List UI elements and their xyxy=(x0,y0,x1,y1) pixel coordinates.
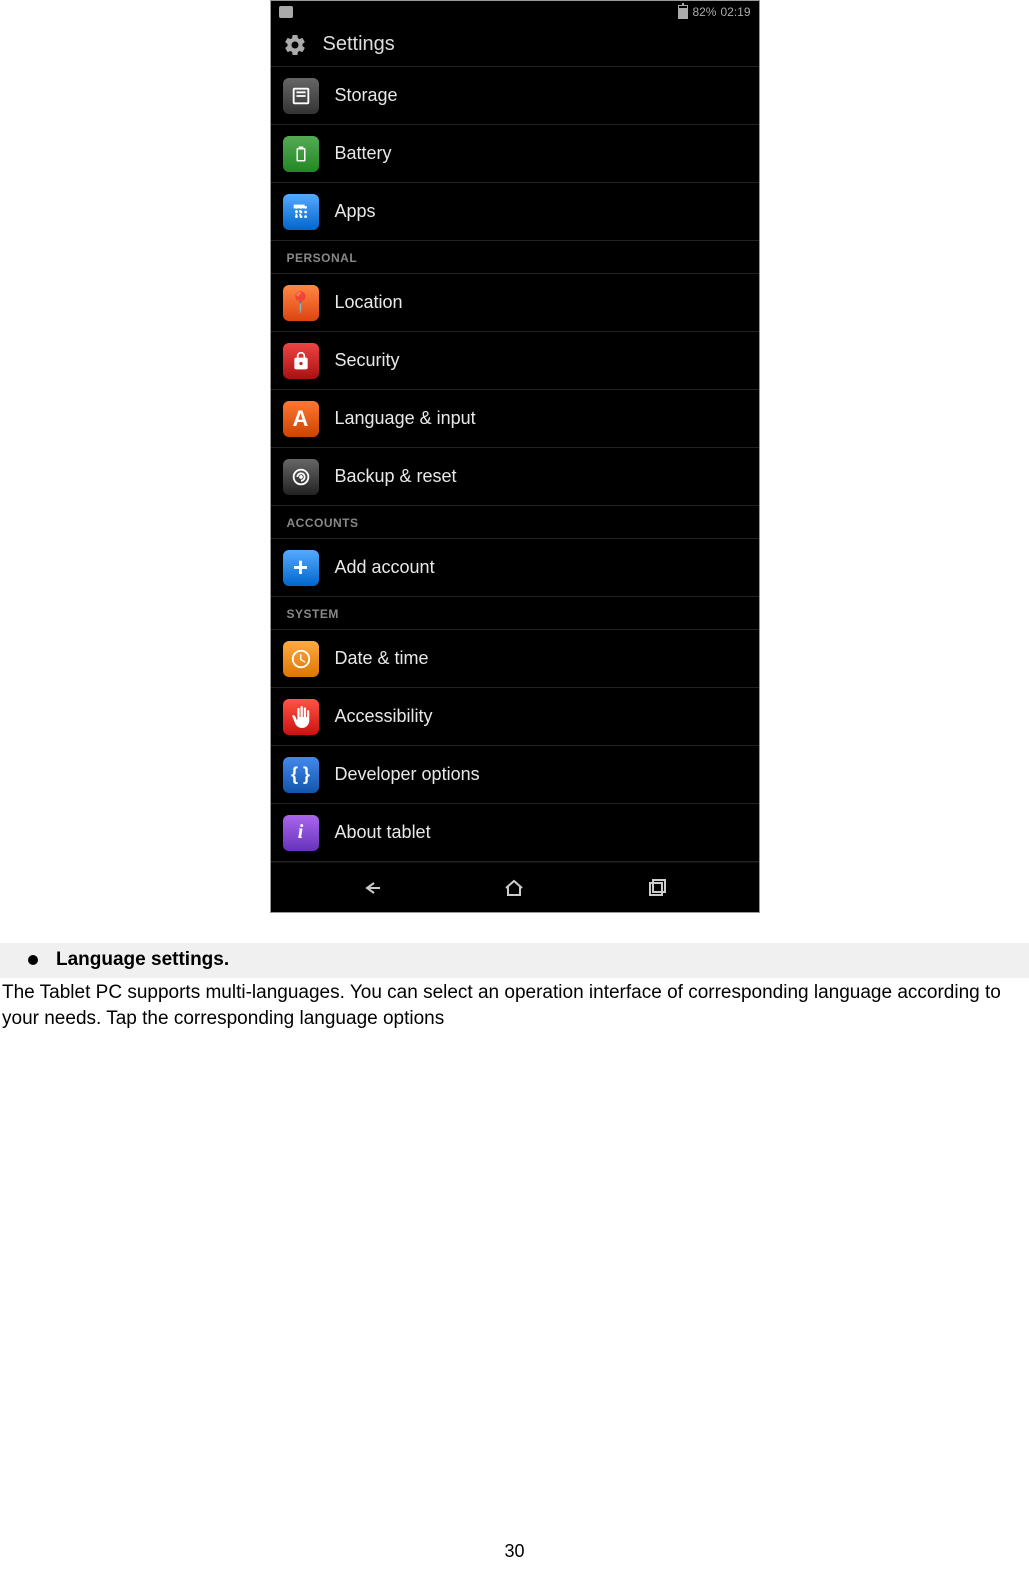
settings-item-label: Storage xyxy=(335,85,398,106)
settings-item-language[interactable]: A Language & input xyxy=(271,390,759,448)
document-text: Language settings. The Tablet PC support… xyxy=(0,943,1029,1033)
settings-item-apps[interactable]: Apps xyxy=(271,183,759,241)
section-header-system: SYSTEM xyxy=(271,597,759,630)
settings-item-backup[interactable]: Backup & reset xyxy=(271,448,759,506)
page-title: Settings xyxy=(323,33,395,56)
settings-item-label: Location xyxy=(335,292,403,313)
settings-item-label: Apps xyxy=(335,201,376,222)
hand-icon xyxy=(283,699,319,735)
status-bar: 82% 02:19 xyxy=(271,1,759,23)
language-icon: A xyxy=(283,401,319,437)
settings-item-label: Developer options xyxy=(335,764,480,785)
settings-item-date-time[interactable]: Date & time xyxy=(271,630,759,688)
settings-item-add-account[interactable]: + Add account xyxy=(271,539,759,597)
settings-item-label: Backup & reset xyxy=(335,466,457,487)
clock-icon xyxy=(283,641,319,677)
settings-item-storage[interactable]: Storage xyxy=(271,67,759,125)
message-icon xyxy=(279,6,293,18)
page-number: 30 xyxy=(504,1541,524,1562)
developer-icon: { } xyxy=(283,757,319,793)
settings-item-label: Security xyxy=(335,350,400,371)
settings-item-label: Battery xyxy=(335,143,392,164)
back-button[interactable] xyxy=(347,870,397,906)
gear-icon xyxy=(281,31,309,59)
recent-apps-button[interactable] xyxy=(632,870,682,906)
android-settings-screenshot: 82% 02:19 Settings Storage xyxy=(270,0,760,913)
settings-list: Storage Battery Apps PERSONAL 📍 Locat xyxy=(271,67,759,862)
settings-item-label: Add account xyxy=(335,557,435,578)
battery-icon xyxy=(678,5,688,19)
bullet-icon xyxy=(28,955,38,965)
battery-percent: 82% xyxy=(692,5,716,19)
apps-icon xyxy=(283,194,319,230)
settings-item-about[interactable]: i About tablet xyxy=(271,804,759,862)
heading-text: Language settings. xyxy=(56,947,229,974)
info-icon: i xyxy=(283,815,319,851)
settings-item-label: Date & time xyxy=(335,648,429,669)
settings-item-label: Accessibility xyxy=(335,706,433,727)
app-header: Settings xyxy=(271,23,759,67)
body-paragraph: The Tablet PC supports multi-languages. … xyxy=(0,980,1029,1033)
plus-icon: + xyxy=(283,550,319,586)
section-header-accounts: ACCOUNTS xyxy=(271,506,759,539)
battery-icon xyxy=(283,136,319,172)
navigation-bar xyxy=(271,862,759,912)
location-icon: 📍 xyxy=(283,285,319,321)
settings-item-security[interactable]: Security xyxy=(271,332,759,390)
settings-item-label: About tablet xyxy=(335,822,431,843)
bullet-heading: Language settings. xyxy=(0,943,1029,978)
section-header-personal: PERSONAL xyxy=(271,241,759,274)
settings-item-battery[interactable]: Battery xyxy=(271,125,759,183)
settings-item-label: Language & input xyxy=(335,408,476,429)
backup-icon xyxy=(283,459,319,495)
home-button[interactable] xyxy=(489,870,539,906)
settings-item-accessibility[interactable]: Accessibility xyxy=(271,688,759,746)
clock-time: 02:19 xyxy=(720,5,750,19)
settings-item-developer[interactable]: { } Developer options xyxy=(271,746,759,804)
storage-icon xyxy=(283,78,319,114)
settings-item-location[interactable]: 📍 Location xyxy=(271,274,759,332)
lock-icon xyxy=(283,343,319,379)
